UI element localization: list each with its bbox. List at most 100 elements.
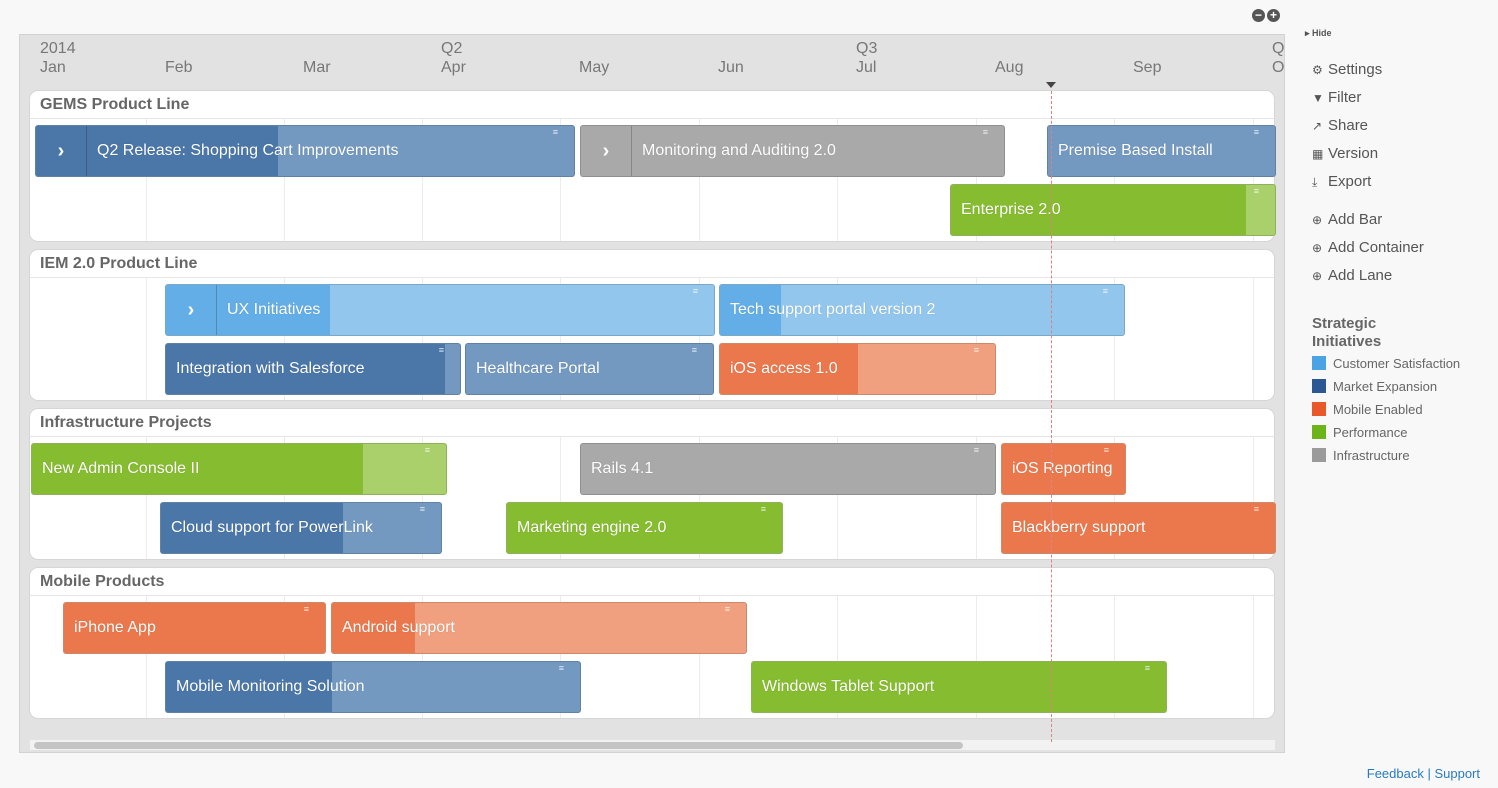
bar-menu-icon[interactable]: ≡ <box>559 664 564 673</box>
roadmap-bar[interactable]: Marketing engine 2.0 ≡ <box>506 502 783 554</box>
sidebar-action-share[interactable]: ↗ Share <box>1312 117 1368 134</box>
legend-swatch <box>1312 448 1326 462</box>
bar-menu-icon[interactable]: ≡ <box>761 505 766 514</box>
bar-menu-icon[interactable]: ≡ <box>725 605 730 614</box>
roadmap-bar[interactable]: › Monitoring and Auditing 2.0 ≡ <box>580 125 1005 177</box>
roadmap-bar[interactable]: Blackberry support ≡ <box>1001 502 1276 554</box>
bar-menu-icon[interactable]: ≡ <box>974 346 979 355</box>
sidebar: ▸ Hide ⚙ Settings ▼ Filter ↗ Share ▦ Version ⤓ Ex… <box>1305 28 1495 463</box>
footer-links: Feedback | Support <box>1367 766 1480 781</box>
roadmap-bar[interactable]: Rails 4.1 ≡ <box>580 443 996 495</box>
bar-menu-icon[interactable]: ≡ <box>420 505 425 514</box>
gear-icon: ⚙ <box>1312 63 1323 77</box>
legend-item: Performance <box>1312 425 1407 440</box>
bar-label: Premise Based Install <box>1058 142 1213 159</box>
lane: GEMS Product Line › Q2 Release: Shopping C… <box>29 90 1276 242</box>
sidebar-action-label: Share <box>1328 117 1369 134</box>
gridline <box>146 278 147 400</box>
bar-label: Android support <box>342 619 455 636</box>
bar-menu-icon[interactable]: ≡ <box>692 346 697 355</box>
footer-separator: | <box>1423 766 1435 781</box>
bar-label: Monitoring and Auditing 2.0 <box>642 142 836 159</box>
sidebar-action-label: Add Bar <box>1328 211 1383 228</box>
bar-menu-icon[interactable]: ≡ <box>304 605 309 614</box>
roadmap-bar[interactable]: › UX Initiatives ≡ <box>165 284 715 336</box>
lane: Mobile Products iPhone App ≡ Android suppor… <box>29 567 1275 719</box>
sidebar-action-add-bar[interactable]: ⊕ Add Bar <box>1312 211 1382 228</box>
sidebar-action-label: Version <box>1328 145 1379 162</box>
sidebar-action-add-lane[interactable]: ⊕ Add Lane <box>1312 267 1392 284</box>
bar-label: Blackberry support <box>1012 519 1146 536</box>
sidebar-action-add-container[interactable]: ⊕ Add Container <box>1312 239 1424 256</box>
bar-menu-icon[interactable]: ≡ <box>1145 664 1150 673</box>
roadmap-bar[interactable]: Mobile Monitoring Solution ≡ <box>165 661 581 713</box>
feedback-link[interactable]: Feedback <box>1367 766 1424 781</box>
legend-item: Mobile Enabled <box>1312 402 1423 417</box>
roadmap-bar[interactable]: iPhone App ≡ <box>63 602 326 654</box>
bar-menu-icon[interactable]: ≡ <box>974 446 979 455</box>
bar-label: New Admin Console II <box>42 460 200 477</box>
roadmap-bar[interactable]: Integration with Salesforce ≡ <box>165 343 461 395</box>
sidebar-action-export[interactable]: ⤓ Export <box>1312 173 1371 190</box>
hide-sidebar-button[interactable]: ▸ Hide <box>1305 28 1495 39</box>
roadmap-timeline: 2014 Jan Feb Mar Q2 Apr May Jun Q3 Jul Aug Sep Q O GE… <box>19 34 1285 753</box>
bar-menu-icon[interactable]: ≡ <box>1104 446 1109 455</box>
plus-circle-icon: ⊕ <box>1312 269 1323 283</box>
bar-label: Mobile Monitoring Solution <box>176 678 365 695</box>
tick-label-top: Q <box>1272 40 1285 57</box>
bar-label: iPhone App <box>74 619 156 636</box>
zoom-in-button[interactable]: + <box>1267 9 1280 22</box>
sidebar-action-version[interactable]: ▦ Version <box>1312 145 1378 162</box>
bar-menu-icon[interactable]: ≡ <box>1254 187 1259 196</box>
legend-swatch <box>1312 356 1326 370</box>
expand-chevron-icon[interactable]: › <box>36 126 87 176</box>
bar-menu-icon[interactable]: ≡ <box>1254 505 1259 514</box>
roadmap-bar[interactable]: Premise Based Install ≡ <box>1047 125 1276 177</box>
tick-label-month: Sep <box>1133 59 1162 76</box>
bar-label: UX Initiatives <box>227 301 321 318</box>
bar-menu-icon[interactable]: ≡ <box>693 287 698 296</box>
roadmap-bar[interactable]: Cloud support for PowerLink ≡ <box>160 502 442 554</box>
lane: Infrastructure Projects New Admin Console… <box>29 408 1276 560</box>
tick-label-month: Feb <box>165 59 193 76</box>
expand-chevron-icon[interactable]: › <box>581 126 632 176</box>
plus-circle-icon: ⊕ <box>1312 213 1323 227</box>
plus-circle-icon: ⊕ <box>1312 241 1323 255</box>
bar-menu-icon[interactable]: ≡ <box>983 128 988 137</box>
bar-label: Rails 4.1 <box>591 460 654 477</box>
roadmap-bar[interactable]: Android support ≡ <box>331 602 747 654</box>
roadmap-bar[interactable]: › Q2 Release: Shopping Cart Improvements ≡ <box>35 125 575 177</box>
bar-menu-icon[interactable]: ≡ <box>1254 128 1259 137</box>
bar-menu-icon[interactable]: ≡ <box>1103 287 1108 296</box>
support-link[interactable]: Support <box>1434 766 1480 781</box>
sidebar-action-filter[interactable]: ▼ Filter <box>1312 89 1361 106</box>
bar-menu-icon[interactable]: ≡ <box>553 128 558 137</box>
share-icon: ↗ <box>1312 119 1323 133</box>
bar-menu-icon[interactable]: ≡ <box>425 446 430 455</box>
roadmap-bar[interactable]: Healthcare Portal ≡ <box>465 343 714 395</box>
roadmap-bar[interactable]: Enterprise 2.0 ≡ <box>950 184 1276 236</box>
sidebar-action-settings[interactable]: ⚙ Settings <box>1312 61 1382 78</box>
roadmap-bar[interactable]: iOS Reporting ≡ <box>1001 443 1126 495</box>
bar-menu-icon[interactable]: ≡ <box>439 346 444 355</box>
today-line <box>1051 91 1052 742</box>
sidebar-action-label: Export <box>1328 173 1372 190</box>
roadmap-bar[interactable]: Windows Tablet Support ≡ <box>751 661 1167 713</box>
bar-label: Tech support portal version 2 <box>730 301 936 318</box>
tick-label-top: Q3 <box>856 40 878 57</box>
zoom-out-button[interactable]: − <box>1252 9 1265 22</box>
roadmap-bar[interactable]: iOS access 1.0 ≡ <box>719 343 996 395</box>
scrollbar-thumb[interactable] <box>34 742 963 749</box>
lane-divider <box>30 277 1274 278</box>
roadmap-bar[interactable]: Tech support portal version 2 ≡ <box>719 284 1125 336</box>
bar-label: Marketing engine 2.0 <box>517 519 667 536</box>
tick-label-month: Mar <box>303 59 331 76</box>
tick-label-top: Q2 <box>441 40 463 57</box>
expand-chevron-icon[interactable]: › <box>166 285 217 335</box>
gridline <box>1253 278 1254 400</box>
archive-icon: ▦ <box>1312 147 1324 161</box>
bar-label: Cloud support for PowerLink <box>171 519 373 536</box>
bar-label: iOS Reporting <box>1012 460 1113 477</box>
roadmap-bar[interactable]: New Admin Console II ≡ <box>31 443 447 495</box>
horizontal-scrollbar[interactable] <box>30 740 1275 750</box>
